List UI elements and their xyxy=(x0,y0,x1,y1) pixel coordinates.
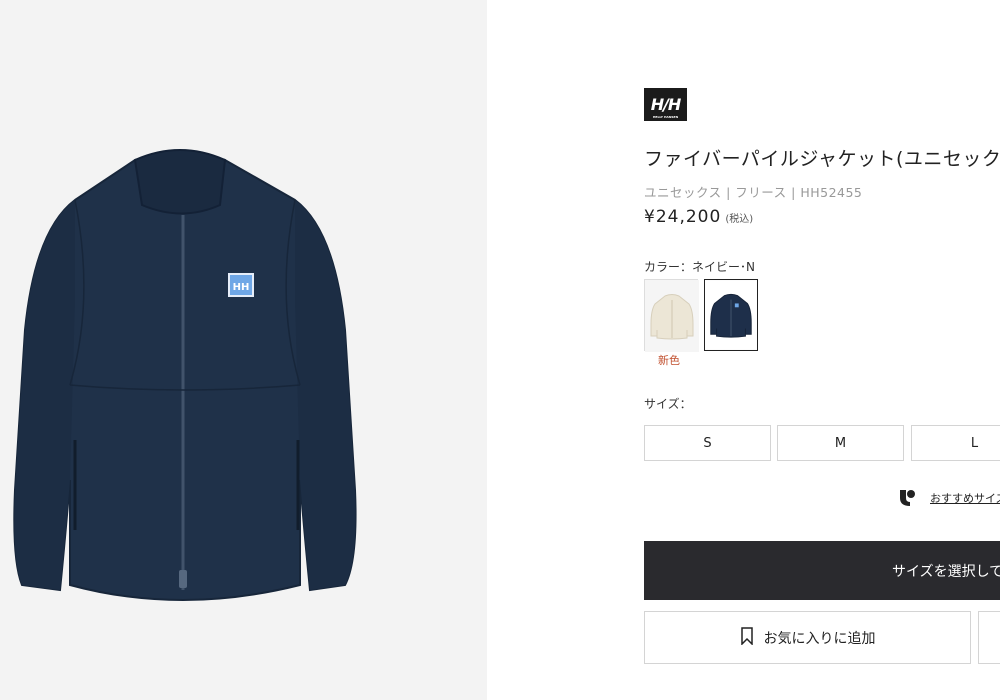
color-label: カラー：ネイビー･N xyxy=(644,258,755,275)
color-swatch-navy[interactable] xyxy=(704,279,758,351)
size-option-m[interactable]: M xyxy=(777,425,904,461)
size-label: サイズ： xyxy=(644,397,692,411)
tax-note: (税込) xyxy=(725,214,754,225)
add-to-cart-button[interactable]: サイズを選択して xyxy=(644,541,1000,600)
color-swatch-ivory[interactable] xyxy=(644,279,699,352)
recommended-size-link[interactable]: おすすめサイズ xyxy=(898,489,1000,507)
brand-logo[interactable]: H/H HELLY HANSEN xyxy=(644,88,687,121)
product-main-image: HH xyxy=(13,149,357,602)
product-info-panel: H/H HELLY HANSEN ファイバーパイルジャケット(ユニセックス) ユ… xyxy=(644,0,1000,700)
svg-text:HH: HH xyxy=(233,282,250,293)
recommended-size-text: おすすめサイズ xyxy=(930,492,1000,505)
product-price: ¥24,200 (税込) xyxy=(644,207,753,227)
add-to-favorites-button[interactable]: お気に入りに追加 xyxy=(644,611,971,664)
new-color-badge: 新色 xyxy=(658,354,680,367)
size-advisor-icon xyxy=(900,490,915,506)
product-title: ファイバーパイルジャケット(ユニセックス) xyxy=(644,148,1000,170)
color-selected-value: ネイビー･N xyxy=(692,260,755,274)
bookmark-icon xyxy=(740,626,754,649)
color-label-text: カラー： xyxy=(644,260,693,274)
ivory-jacket-thumbnail xyxy=(645,280,699,352)
add-to-favorites-label: お気に入りに追加 xyxy=(763,630,876,647)
secondary-action-button[interactable] xyxy=(978,611,1000,664)
product-image-gallery[interactable]: HH xyxy=(0,0,487,700)
product-meta: ユニセックス | フリース | HH52455 xyxy=(644,185,863,200)
price-value: ¥24,200 xyxy=(644,207,722,227)
size-option-l[interactable]: L xyxy=(911,425,1000,461)
navy-jacket-thumbnail xyxy=(705,280,757,350)
size-option-s[interactable]: S xyxy=(644,425,771,461)
